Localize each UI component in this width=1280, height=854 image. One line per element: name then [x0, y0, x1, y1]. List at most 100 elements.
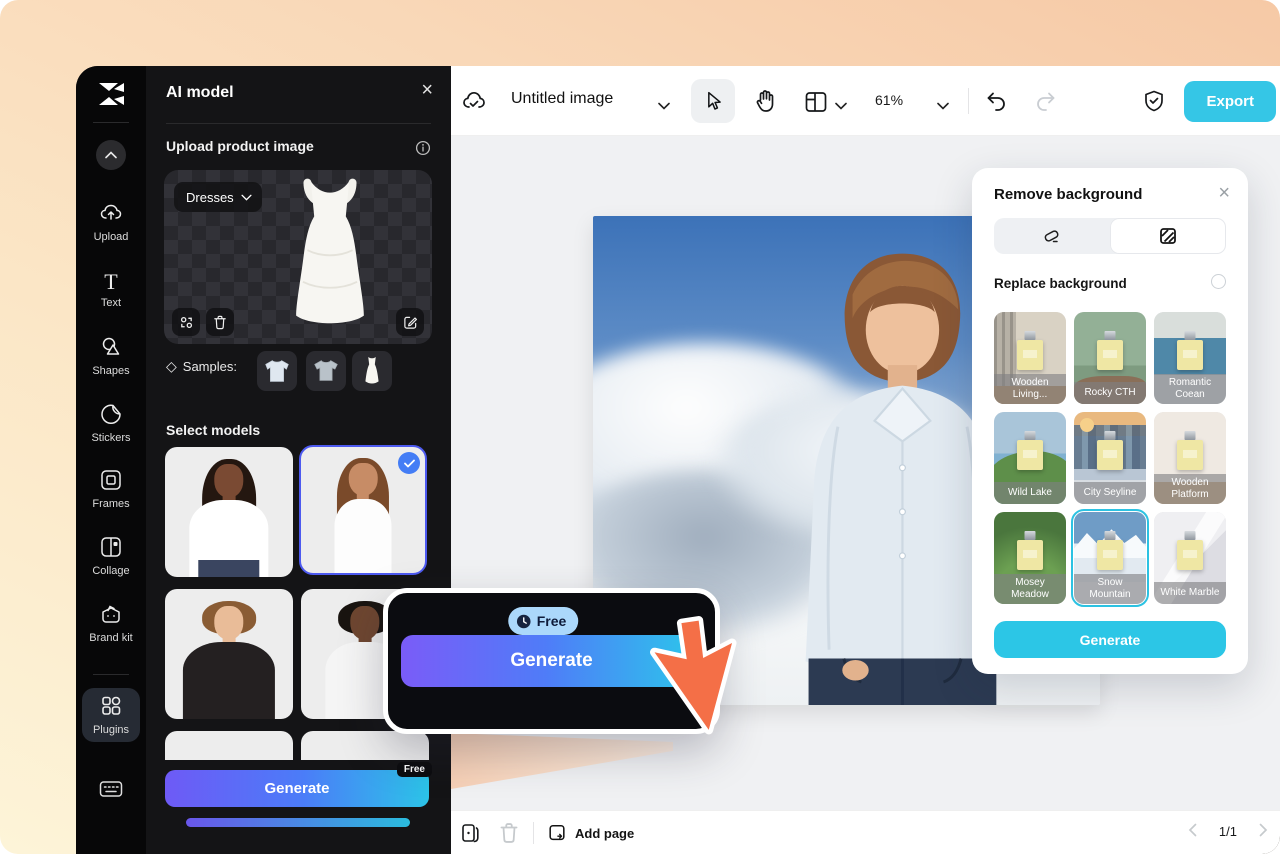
select-tool-button[interactable]: [691, 79, 735, 123]
sidebar-item-label: Collage: [92, 564, 130, 577]
samples-row: ◇ Samples:: [166, 358, 237, 375]
replace-image-button[interactable]: [172, 308, 200, 336]
info-icon[interactable]: [415, 140, 431, 161]
category-dropdown[interactable]: Dresses: [174, 182, 262, 212]
bg-thumb[interactable]: Wild Lake: [994, 412, 1066, 504]
toolbar-divider: [968, 88, 969, 114]
sidebar-item-shapes[interactable]: Shapes: [76, 336, 146, 377]
edit-image-button[interactable]: [396, 308, 424, 336]
model-card[interactable]: [165, 447, 293, 577]
layout-icon: [805, 92, 827, 112]
duplicate-page-button[interactable]: [459, 822, 481, 849]
layout-tool-button[interactable]: [804, 91, 828, 118]
sidebar-item-text[interactable]: T Text: [76, 269, 146, 310]
sidebar-item-collage[interactable]: Collage: [76, 536, 146, 577]
stickers-icon: [76, 403, 146, 429]
bg-thumb-selected[interactable]: Snow Mountain: [1071, 509, 1149, 607]
trash-icon: [214, 315, 226, 329]
sidebar-item-label: Brand kit: [89, 631, 133, 644]
sample-tshirt-image: [314, 360, 338, 381]
undo-button[interactable]: [984, 89, 1008, 118]
page-navigation: 1/1: [1188, 823, 1268, 840]
sample-dress-thumb[interactable]: [352, 351, 392, 391]
replace-bg-heading: Replace background: [994, 276, 1127, 291]
sample-shirt-image: [265, 360, 289, 382]
export-button[interactable]: Export: [1184, 81, 1276, 122]
sidebar-item-brand-kit[interactable]: Brand kit: [76, 603, 146, 644]
cloud-sync-icon[interactable]: [461, 89, 487, 118]
bg-thumb[interactable]: Wooden Platform: [1154, 412, 1226, 504]
document-title[interactable]: Untitled image: [511, 90, 613, 108]
chevron-down-icon: [241, 194, 252, 201]
clock-icon: [516, 614, 531, 628]
brand-kit-icon: [76, 603, 146, 629]
close-panel-button[interactable]: ×: [421, 80, 433, 100]
delete-image-button[interactable]: [206, 308, 234, 336]
chevron-up-icon: [105, 151, 117, 159]
sidebar-item-label: Stickers: [91, 431, 131, 444]
collapse-panel-button[interactable]: [96, 140, 126, 170]
privacy-shield-button[interactable]: [1142, 89, 1166, 118]
pointer-cursor-icon: [634, 594, 754, 744]
sidebar-item-stickers[interactable]: Stickers: [76, 403, 146, 444]
bottom-divider: [533, 822, 534, 844]
hand-tool-button[interactable]: [753, 88, 777, 119]
sidebar-item-upload[interactable]: Upload: [76, 202, 146, 243]
remove-bg-generate-button[interactable]: Generate: [994, 621, 1226, 658]
edit-image-icon: [403, 316, 417, 329]
remove-bg-tab-selected[interactable]: [1110, 218, 1226, 254]
prev-page-button[interactable]: [1188, 823, 1197, 840]
sample-dress-image: [365, 356, 379, 384]
sidebar-item-frames[interactable]: Frames: [76, 469, 146, 510]
delete-page-button[interactable]: [499, 822, 519, 849]
upload-heading: Upload product image: [166, 138, 314, 154]
redo-button[interactable]: [1034, 89, 1058, 118]
plugins-icon: [82, 695, 140, 721]
select-cursor-icon: [708, 91, 721, 110]
page-indicator: 1/1: [1218, 824, 1237, 839]
layout-chevron-icon[interactable]: [835, 97, 847, 115]
ai-model-panel: AI model × Upload product image Dresses: [146, 66, 451, 854]
sidebar-item-label: Text: [100, 297, 122, 310]
panel-title: AI model: [166, 84, 234, 101]
bg-thumb[interactable]: White Marble: [1154, 512, 1226, 604]
shortcuts-keyboard-button[interactable]: [99, 780, 123, 803]
next-page-button[interactable]: [1259, 823, 1268, 840]
shield-check-icon: [1145, 90, 1163, 112]
bg-thumb[interactable]: Mosey Meadow: [994, 512, 1066, 604]
upload-preview: Dresses: [164, 170, 432, 344]
generate-button[interactable]: Generate: [165, 770, 429, 807]
trash-icon: [500, 823, 518, 843]
sidebar-item-label: Shapes: [92, 364, 130, 377]
replace-bg-radio[interactable]: [1211, 274, 1226, 289]
category-value: Dresses: [186, 189, 234, 205]
free-badge: Free: [396, 762, 432, 777]
shapes-icon: [76, 336, 146, 362]
bg-thumb[interactable]: Wooden Living...: [994, 312, 1066, 404]
sample-shirt-thumb[interactable]: [257, 351, 297, 391]
erase-tab[interactable]: [994, 218, 1110, 254]
bg-thumb[interactable]: Romantic Coean: [1154, 312, 1226, 404]
add-page-button[interactable]: Add page: [547, 822, 634, 844]
zoom-level[interactable]: 61%: [875, 92, 903, 108]
replace-icon: [180, 316, 192, 328]
sample-tshirt-thumb[interactable]: [306, 351, 346, 391]
hand-icon: [756, 90, 774, 112]
sidebar: Upload T Text Shapes Stickers Frames Col…: [76, 66, 146, 854]
divider: [166, 123, 431, 124]
close-remove-bg-button[interactable]: ×: [1218, 182, 1230, 205]
mode-segmented-control: [994, 218, 1226, 254]
diamond-icon: ◇: [166, 358, 177, 374]
zoom-chevron-icon[interactable]: [937, 97, 949, 115]
remove-background-panel: Remove background × Replace background W…: [972, 168, 1248, 674]
upload-cloud-icon: [76, 202, 146, 228]
sidebar-item-label: Upload: [93, 230, 129, 243]
text-icon: T: [104, 269, 118, 294]
bg-thumb[interactable]: Rocky CTH: [1074, 312, 1146, 404]
bg-thumb[interactable]: City Seyline: [1074, 412, 1146, 504]
doc-title-chevron-icon[interactable]: [658, 97, 670, 115]
model-card-selected[interactable]: [299, 445, 427, 575]
model-card[interactable]: [165, 589, 293, 719]
sidebar-item-plugins[interactable]: Plugins: [82, 688, 140, 743]
duplicate-icon: [462, 824, 479, 843]
